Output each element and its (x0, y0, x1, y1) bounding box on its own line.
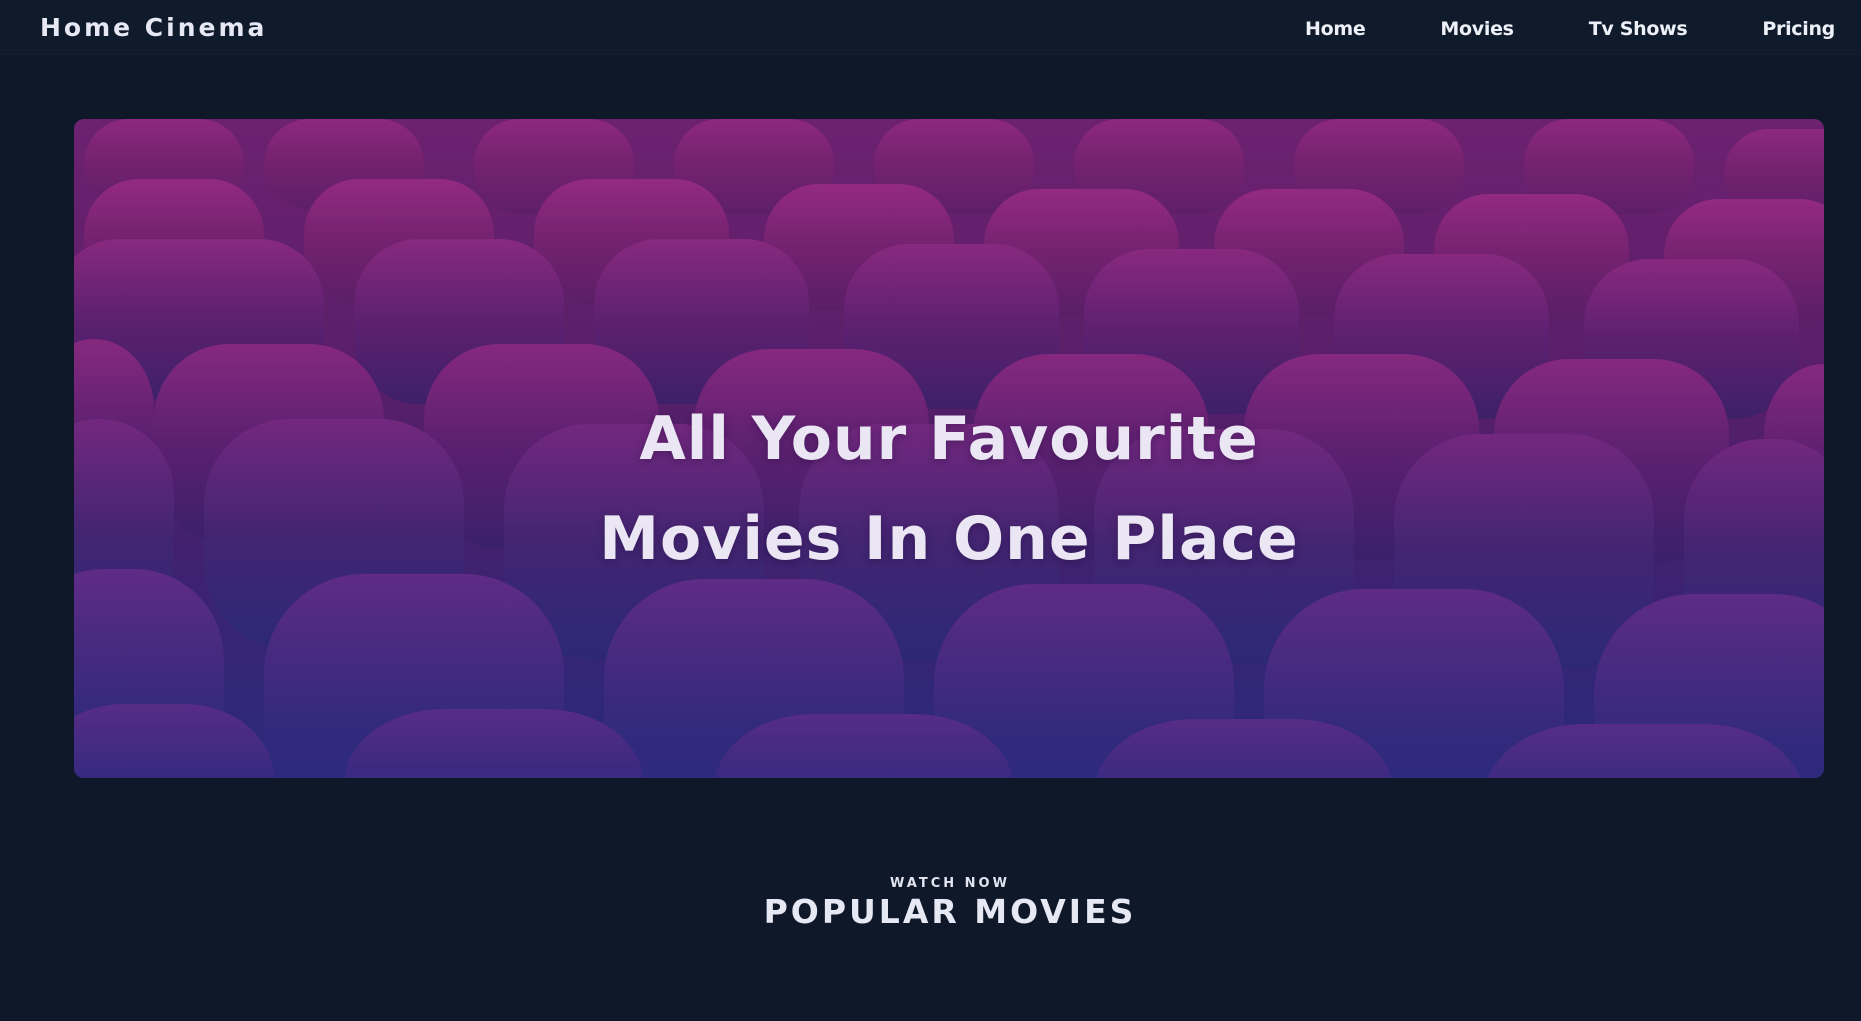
nav-link-pricing[interactable]: Pricing (1762, 18, 1835, 40)
nav-link-tv-shows[interactable]: Tv Shows (1589, 18, 1688, 40)
hero-banner: All Your Favourite Movies In One Place (74, 119, 1824, 778)
section-title-popular-movies: POPULAR MOVIES (763, 892, 1137, 931)
site-logo[interactable]: Home Cinema (40, 12, 267, 44)
nav-link-home[interactable]: Home (1305, 18, 1366, 40)
main-nav: Home Movies Tv Shows Pricing (1230, 0, 1835, 58)
hero-headline-line-1: All Your Favourite (639, 404, 1259, 475)
top-navbar: Home Cinema Home Movies Tv Shows Pricing (0, 0, 1861, 54)
section-eyebrow: WATCH NOW (890, 876, 1010, 891)
hero-headline-line-2: Movies In One Place (599, 504, 1299, 575)
nav-link-movies[interactable]: Movies (1440, 18, 1514, 40)
